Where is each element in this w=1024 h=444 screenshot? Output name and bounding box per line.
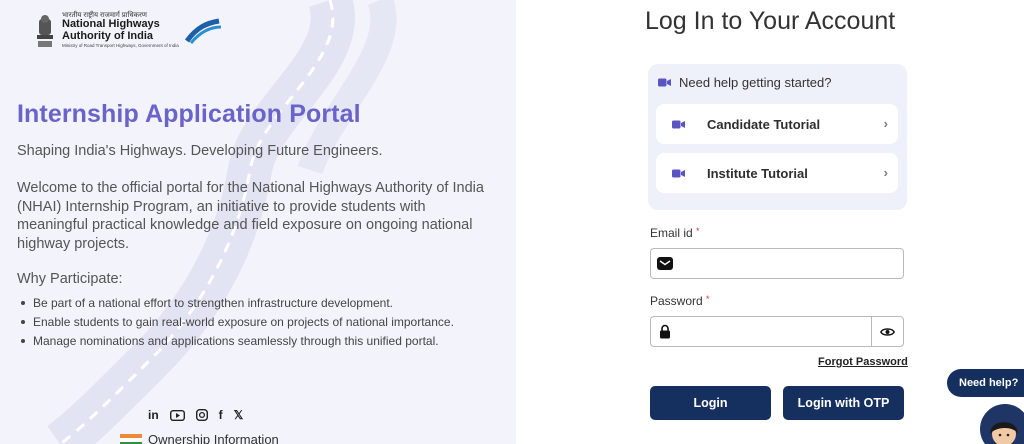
national-emblem-icon xyxy=(37,14,53,47)
nhai-logo[interactable]: भारतीय राष्ट्रीय राजमार्ग प्राधिकरण Nati… xyxy=(34,12,223,49)
password-label-text: Password xyxy=(650,294,703,308)
tutorial-label: Institute Tutorial xyxy=(707,165,808,181)
logo-name-line2: Authority of India xyxy=(62,29,154,42)
password-field[interactable] xyxy=(650,316,904,347)
list-item: Manage nominations and applications seam… xyxy=(21,332,454,351)
required-mark: * xyxy=(696,226,700,236)
email-field[interactable] xyxy=(650,248,904,279)
help-card: Need help getting started? Candidate Tut… xyxy=(648,64,907,210)
page-title: Internship Application Portal xyxy=(17,100,361,128)
benefits-list: Be part of a national effort to strength… xyxy=(21,294,454,351)
ownership-info-link[interactable]: Ownership Information xyxy=(120,432,279,444)
video-camera-icon xyxy=(672,120,685,128)
lock-icon xyxy=(651,317,679,346)
help-heading-text: Need help getting started? xyxy=(679,75,832,90)
video-camera-icon xyxy=(658,78,671,87)
nhai-road-logo-icon xyxy=(184,18,221,44)
email-label-text: Email id xyxy=(650,226,693,240)
envelope-icon xyxy=(651,249,679,278)
login-button[interactable]: Login xyxy=(650,386,771,420)
india-flag-icon xyxy=(120,433,142,444)
facebook-icon[interactable]: f xyxy=(219,407,223,423)
chevron-right-icon: › xyxy=(883,165,888,180)
why-participate-heading: Why Participate: xyxy=(17,271,123,287)
password-input[interactable] xyxy=(679,317,871,346)
list-item: Enable students to gain real-world expos… xyxy=(21,313,454,332)
email-input[interactable] xyxy=(679,249,903,278)
help-heading: Need help getting started? xyxy=(658,75,832,90)
eye-icon xyxy=(880,327,895,336)
password-label: Password * xyxy=(650,294,710,308)
tutorial-label: Candidate Tutorial xyxy=(707,116,821,132)
show-password-toggle[interactable] xyxy=(871,317,903,346)
candidate-tutorial-button[interactable]: Candidate Tutorial › xyxy=(656,104,898,144)
login-with-otp-button[interactable]: Login with OTP xyxy=(783,386,904,420)
video-camera-icon xyxy=(672,169,685,177)
tagline: Shaping India's Highways. Developing Fut… xyxy=(17,143,383,159)
x-icon[interactable]: 𝕏 xyxy=(234,407,244,423)
logo-ministry-text: Ministry of Road Transport Highways, Gov… xyxy=(62,43,179,49)
required-mark: * xyxy=(706,294,710,304)
welcome-text: Welcome to the official portal for the N… xyxy=(17,180,484,252)
chevron-right-icon: › xyxy=(883,116,888,131)
assistant-avatar-icon xyxy=(990,422,1018,444)
email-label: Email id * xyxy=(650,226,700,240)
ownership-label: Ownership Information xyxy=(148,432,279,444)
forgot-password-link[interactable]: Forgot Password xyxy=(818,356,908,368)
need-help-button[interactable]: Need help? xyxy=(947,369,1024,397)
linkedin-icon[interactable]: in xyxy=(148,407,159,423)
institute-tutorial-button[interactable]: Institute Tutorial › xyxy=(656,153,898,193)
intro-panel: भारतीय राष्ट्रीय राजमार्ग प्राधिकरण Nati… xyxy=(0,0,516,444)
youtube-icon[interactable] xyxy=(169,407,185,423)
chatbot-avatar[interactable] xyxy=(980,404,1024,444)
instagram-icon[interactable] xyxy=(195,407,208,423)
social-links: in f 𝕏 xyxy=(148,407,243,423)
login-title: Log In to Your Account xyxy=(645,7,896,35)
list-item: Be part of a national effort to strength… xyxy=(21,294,454,313)
